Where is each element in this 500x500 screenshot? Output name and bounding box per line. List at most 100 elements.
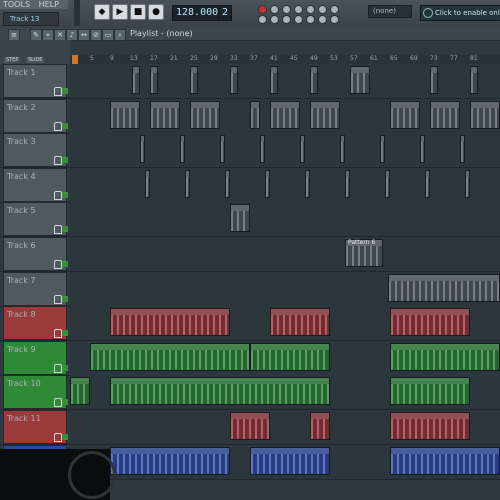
knob-icon[interactable] [306,15,315,24]
pattern-clip[interactable] [340,135,345,164]
pattern-clip[interactable] [380,135,385,164]
pattern-clip[interactable] [465,169,470,198]
pattern-clip[interactable] [110,446,230,475]
menu-help[interactable]: HELP [39,0,59,9]
track-label[interactable]: Track 10 [3,375,68,410]
knob-icon[interactable] [330,5,339,14]
pattern-clip[interactable] [70,377,90,406]
pattern-clip[interactable] [150,100,180,129]
track-lane[interactable] [70,202,500,237]
pattern-clip[interactable] [390,308,470,337]
knob-icon[interactable] [294,5,303,14]
pattern-clip[interactable]: Pattern 6 [345,239,383,267]
pattern-clip[interactable] [345,169,350,198]
pattern-clip[interactable] [230,66,238,94]
track-label[interactable]: Track 7 [3,271,68,306]
pattern-clip[interactable] [150,66,158,94]
lock-icon[interactable] [54,225,62,235]
track-lane[interactable] [70,340,500,375]
track-enable-icon[interactable] [62,399,68,406]
track-label[interactable]: Track 9 [3,340,68,375]
track-enable-icon[interactable] [62,191,68,198]
lock-icon[interactable] [54,121,62,131]
pattern-clip[interactable] [90,342,250,371]
track-lane[interactable] [70,375,500,410]
slice-icon[interactable]: ⊘ [90,29,102,41]
online-search[interactable]: Click to enable online [420,5,500,21]
lock-icon[interactable] [54,363,62,373]
track-enable-icon[interactable] [62,295,68,302]
knob-icon[interactable] [270,5,279,14]
track-enable-icon[interactable] [62,364,68,371]
track-lane[interactable] [70,98,500,133]
pattern-clip[interactable] [110,100,140,129]
pattern-clip[interactable] [310,412,330,440]
pattern-clip[interactable] [390,100,420,129]
pattern-clip[interactable] [300,135,305,164]
pattern-clip[interactable] [385,169,390,198]
track-label[interactable]: Track 3 [3,133,68,168]
pattern-clip[interactable] [390,446,500,475]
track-label[interactable]: Track 11 [3,410,68,444]
lock-icon[interactable] [54,156,62,166]
pattern-clip[interactable] [460,135,465,164]
pattern-dropdown[interactable]: (none) [368,5,412,18]
track-enable-icon[interactable] [62,157,68,164]
track-label[interactable]: Track 5 [3,202,68,237]
record-button[interactable]: ● [148,4,164,20]
master-volume-slider[interactable] [74,0,80,26]
track-lane[interactable] [70,444,500,479]
pattern-clip[interactable] [430,100,460,129]
knob-icon[interactable] [282,15,291,24]
pattern-clip[interactable] [270,66,278,94]
lock-icon[interactable] [54,294,62,304]
pattern-clip[interactable] [225,169,230,198]
pattern-clip[interactable] [270,308,330,337]
track-label[interactable]: Track 2 [3,98,68,133]
pattern-clip[interactable] [220,135,225,164]
pattern-clip[interactable] [190,66,198,94]
track-lane[interactable] [70,167,500,202]
knob-icon[interactable] [318,5,327,14]
track-lane[interactable] [70,271,500,306]
track-enable-icon[interactable] [62,88,68,94]
pattern-clip[interactable] [250,446,330,475]
track-enable-icon[interactable] [62,226,68,233]
pattern-clip[interactable] [260,135,265,164]
select-icon[interactable]: ▭ [102,29,114,41]
tempo-display[interactable]: 128.000 [172,5,223,21]
track-lane[interactable]: Pattern 6 [70,237,500,271]
knob-icon[interactable] [318,15,327,24]
pattern-clip[interactable] [132,66,140,94]
pattern-clip[interactable] [388,273,500,302]
track-lane[interactable] [70,133,500,168]
track-lane[interactable] [70,410,500,444]
pattern-clip[interactable] [305,169,310,198]
track-lane[interactable] [70,64,500,98]
knob-icon[interactable] [258,15,267,24]
track-enable-icon[interactable] [62,330,68,337]
knob-icon[interactable] [270,15,279,24]
stop-button[interactable]: ■ [130,4,146,20]
knob-icon[interactable] [294,15,303,24]
pattern-clip[interactable] [310,66,318,94]
pattern-clip[interactable] [470,66,478,94]
pattern-clip[interactable] [145,169,150,198]
pattern-clip[interactable] [110,377,330,406]
lock-icon[interactable] [54,190,62,200]
pattern-song-toggle[interactable]: ◆ [94,4,110,20]
slip-icon[interactable]: ↔ [78,29,90,41]
track-enable-icon[interactable] [62,261,68,267]
lock-icon[interactable] [54,398,62,408]
track-lane[interactable] [70,306,500,341]
track-enable-icon[interactable] [62,122,68,129]
track-label[interactable]: Track 8 [3,306,68,341]
lock-icon[interactable] [54,87,62,96]
pattern-clip[interactable] [390,377,470,406]
pattern-clip[interactable] [425,169,430,198]
record-icon[interactable] [258,5,267,14]
pattern-number-display[interactable]: 2 [218,5,233,21]
pattern-clip[interactable] [430,66,438,94]
knob-icon[interactable] [282,5,291,14]
pattern-clip[interactable] [250,100,260,129]
